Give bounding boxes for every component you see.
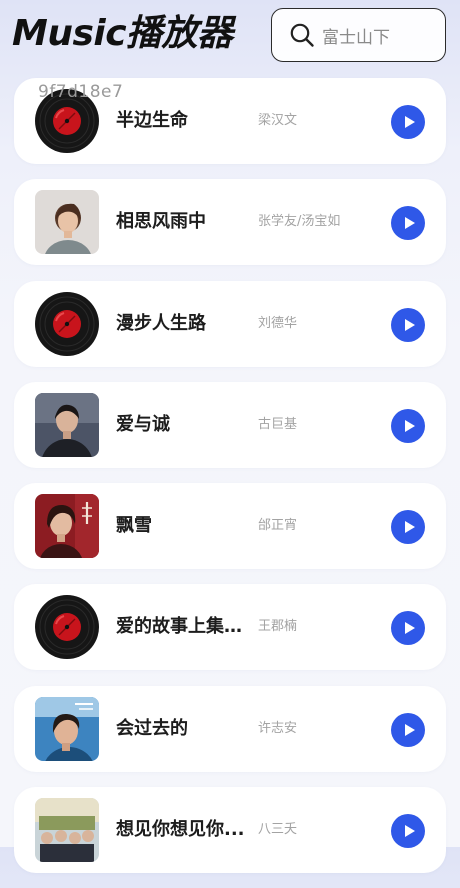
- song-title: 会过去的: [116, 717, 188, 739]
- watermark-id: 9f7d18e7: [38, 82, 124, 102]
- play-button[interactable]: [391, 510, 425, 545]
- play-button[interactable]: [391, 712, 425, 747]
- album-cover-image: [35, 392, 99, 457]
- song-artist: 古巨基: [258, 416, 298, 432]
- play-icon: [405, 622, 415, 635]
- play-button[interactable]: [391, 611, 425, 646]
- song-title: 飘雪: [116, 515, 152, 537]
- play-icon: [405, 825, 415, 838]
- play-icon: [405, 217, 415, 230]
- search-icon: [289, 22, 315, 48]
- app-title: Music播放器: [12, 13, 233, 54]
- play-icon: [405, 419, 415, 432]
- vinyl-record-icon: [35, 291, 99, 356]
- play-button[interactable]: [391, 408, 425, 443]
- song-title: 爱的故事上集(...: [116, 616, 248, 638]
- song-item[interactable]: 飘雪 邰正宵: [14, 483, 446, 570]
- album-cover-image: [35, 494, 99, 559]
- song-artist: 许志安: [258, 720, 298, 736]
- song-item[interactable]: 相思风雨中 张学友/汤宝如: [14, 179, 446, 266]
- song-title: 想见你想见你...: [116, 819, 245, 841]
- search-placeholder: 富士山下: [322, 27, 390, 48]
- song-title: 相思风雨中: [116, 211, 206, 233]
- search-input[interactable]: 富士山下: [271, 8, 446, 62]
- song-artist: 八三夭: [258, 822, 298, 838]
- song-artist: 邰正宵: [258, 518, 298, 534]
- song-list: 半边生命 梁汉文 相思风雨中 张学友/汤宝如 漫步人生路 刘德华 爱与诚 古巨基…: [14, 78, 446, 888]
- play-button[interactable]: [391, 105, 425, 139]
- song-item[interactable]: 爱的故事上集(... 王郡楠: [14, 584, 446, 671]
- song-title: 爱与诚: [116, 413, 170, 435]
- play-button[interactable]: [391, 814, 425, 849]
- song-item[interactable]: 漫步人生路 刘德华: [14, 280, 446, 367]
- album-cover-image: [35, 798, 99, 863]
- play-icon: [405, 723, 415, 736]
- play-icon: [405, 116, 415, 128]
- vinyl-record-icon: [35, 595, 99, 660]
- play-button[interactable]: [391, 206, 425, 241]
- song-item[interactable]: 会过去的 许志安: [14, 685, 446, 772]
- play-icon: [405, 318, 415, 331]
- song-item[interactable]: 爱与诚 古巨基: [14, 381, 446, 468]
- song-artist: 王郡楠: [258, 619, 298, 635]
- song-artist: 张学友/汤宝如: [258, 214, 341, 230]
- song-title: 漫步人生路: [116, 312, 206, 334]
- song-artist: 刘德华: [258, 315, 298, 331]
- album-cover-image: [35, 190, 99, 255]
- play-icon: [405, 521, 415, 534]
- album-cover-image: [35, 696, 99, 761]
- song-item[interactable]: 想见你想见你... 八三夭: [14, 787, 446, 874]
- song-artist: 梁汉文: [258, 113, 298, 128]
- play-button[interactable]: [391, 307, 425, 342]
- song-title: 半边生命: [116, 110, 188, 131]
- app-header: Music播放器 富士山下: [0, 0, 460, 76]
